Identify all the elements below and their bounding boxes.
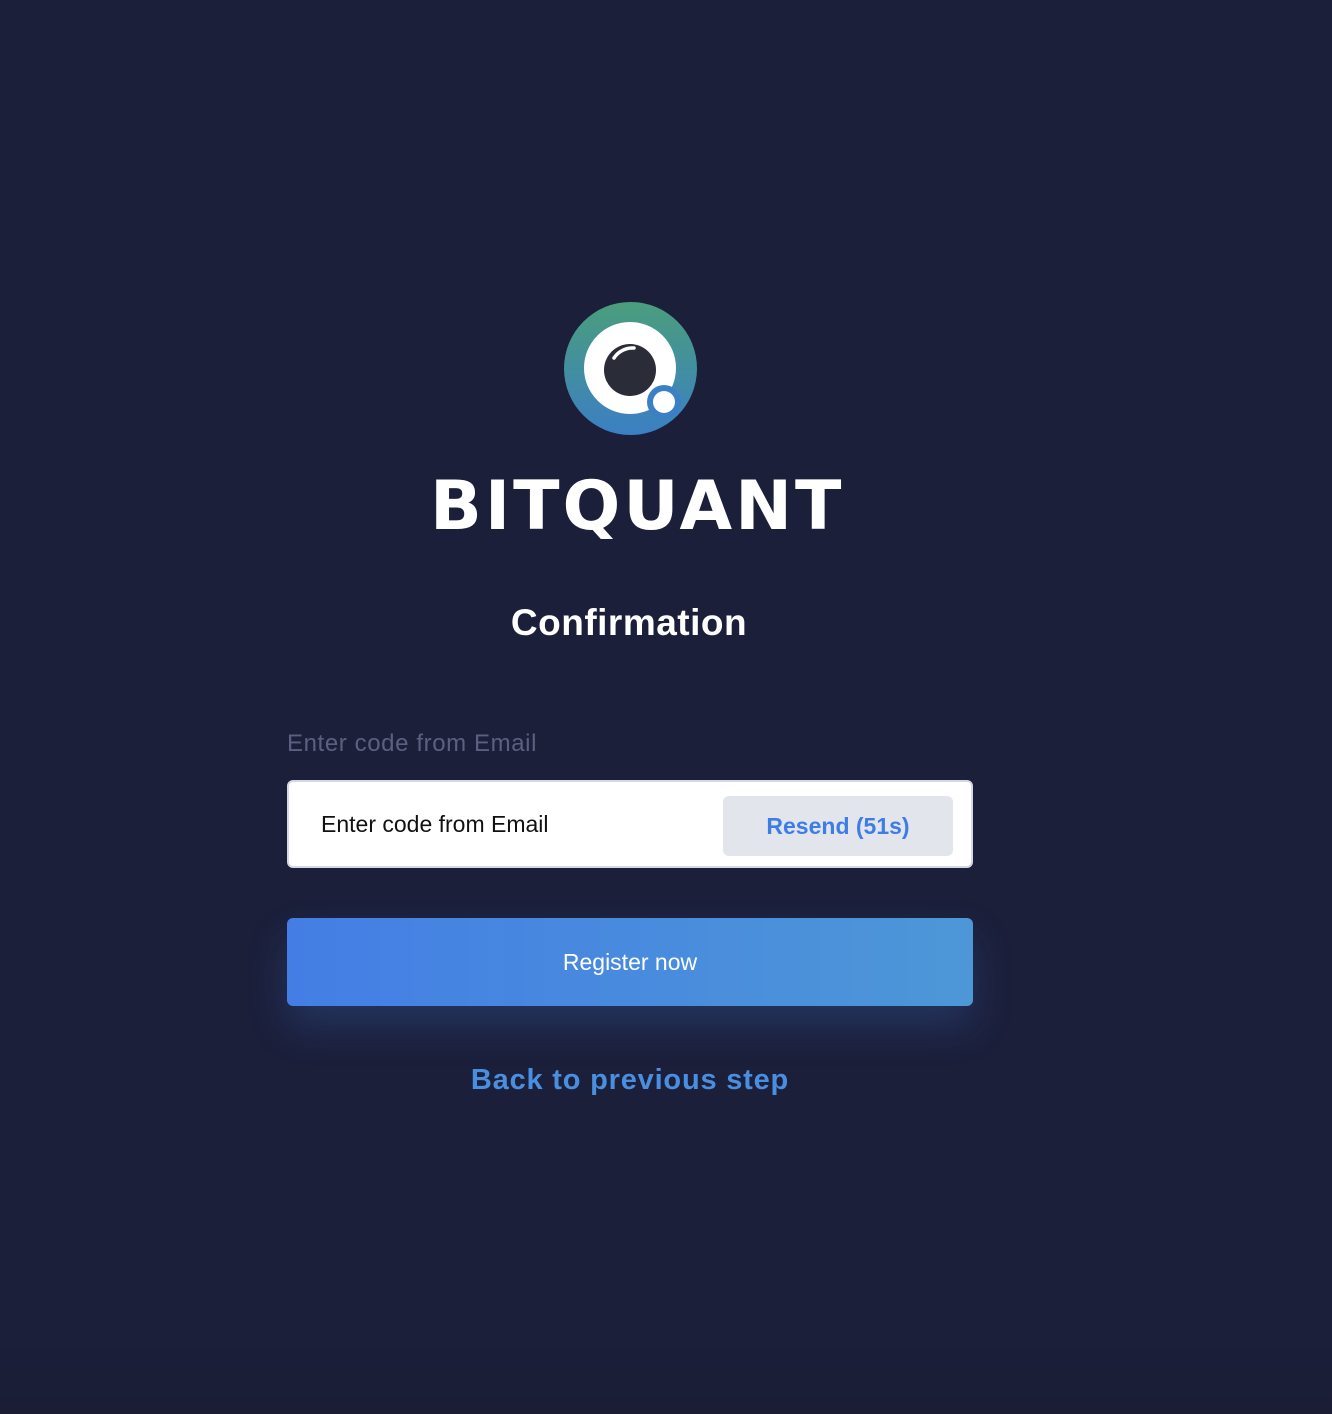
brand-wordmark: BITQUANT <box>430 467 845 546</box>
bitquant-logo-icon <box>564 302 697 435</box>
resend-code-button[interactable]: Resend (51s) <box>723 796 953 856</box>
email-code-input[interactable] <box>321 804 711 844</box>
email-code-field: Resend (51s) <box>287 780 973 868</box>
page-background-fade <box>0 1334 1332 1414</box>
register-now-button[interactable]: Register now <box>287 918 973 1006</box>
page-title: Confirmation <box>510 602 748 643</box>
back-to-previous-step-link[interactable]: Back to previous step <box>380 1060 880 1100</box>
code-field-label: Enter code from Email <box>287 730 538 757</box>
